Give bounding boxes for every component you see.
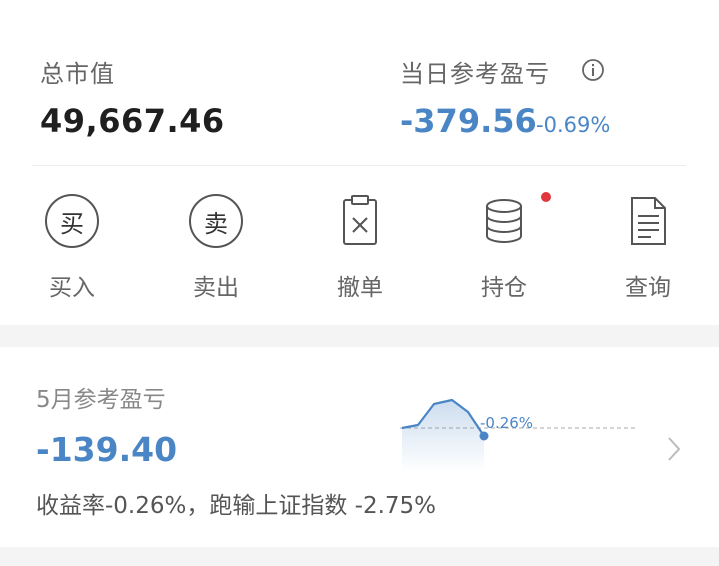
database-stack-icon	[486, 199, 522, 243]
divider	[32, 165, 686, 166]
monthly-pnl-label: 5月参考盈亏	[36, 387, 166, 413]
daily-pnl-label: 当日参考盈亏	[400, 60, 550, 88]
sparkline-label: -0.26%	[480, 414, 533, 432]
positions-button[interactable]: 持仓	[464, 192, 544, 302]
buy-label: 买入	[49, 275, 95, 301]
total-market-value-label: 总市值	[40, 60, 115, 88]
positions-label: 持仓	[481, 275, 527, 301]
daily-pnl-percent: -0.69%	[536, 113, 611, 137]
clipboard-x-icon	[343, 195, 377, 245]
bottom-band	[0, 547, 719, 566]
chevron-right-icon[interactable]	[664, 434, 684, 464]
sparkline-area	[402, 400, 484, 472]
sell-label: 卖出	[193, 275, 239, 301]
buy-circle-icon: 买	[43, 192, 101, 250]
query-label: 查询	[625, 275, 671, 301]
daily-pnl-value: -379.56	[400, 102, 537, 140]
monthly-pnl-value: -139.40	[36, 430, 178, 469]
notification-dot	[541, 192, 551, 202]
monthly-return-note: 收益率-0.26%，跑输上证指数 -2.75%	[36, 493, 437, 519]
cancel-order-button[interactable]: 撤单	[320, 192, 400, 302]
monthly-sparkline: -0.26%	[400, 398, 638, 472]
section-gap	[0, 325, 719, 347]
sell-button[interactable]: 卖 卖出	[176, 192, 256, 302]
total-market-value: 49,667.46	[40, 102, 225, 140]
sell-circle-icon: 卖	[187, 192, 245, 250]
buy-button[interactable]: 买 买入	[32, 192, 112, 302]
info-icon[interactable]	[581, 58, 605, 82]
document-lines-icon	[631, 197, 666, 245]
query-button[interactable]: 查询	[608, 192, 688, 302]
sparkline-end-point	[479, 431, 489, 441]
cancel-order-label: 撤单	[337, 275, 383, 301]
